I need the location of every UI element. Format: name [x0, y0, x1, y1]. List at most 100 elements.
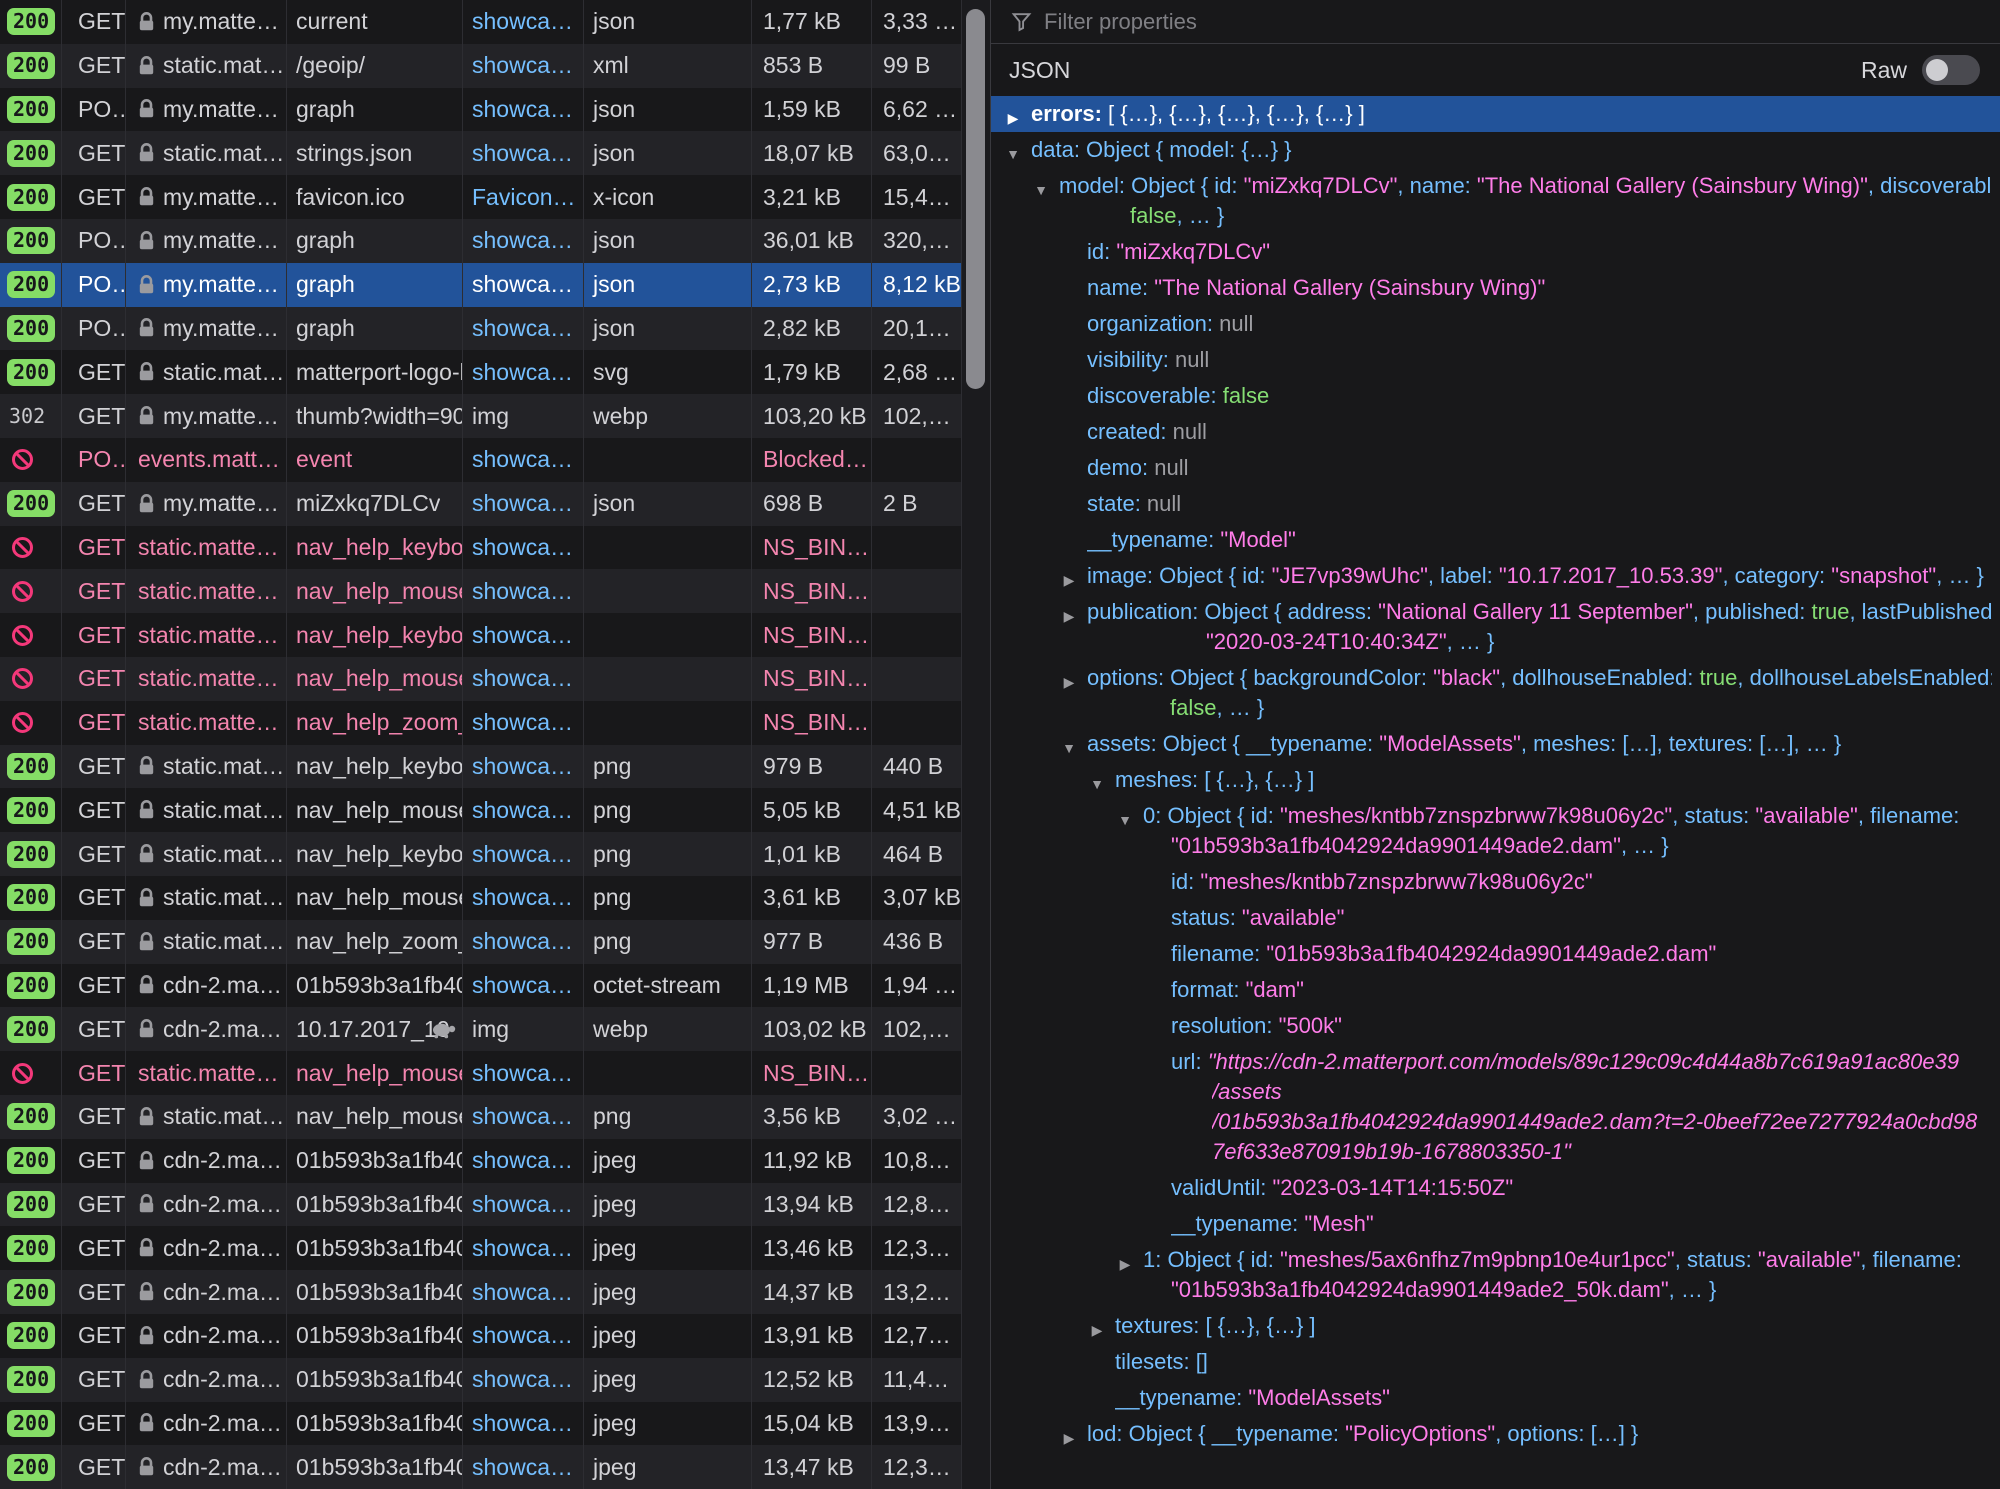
json-node-mesh-1[interactable]: ▶1: Object { id: "meshes/5ax6nfhz7m9pbnp… [991, 1242, 2000, 1308]
initiator-link[interactable]: showcas… [472, 359, 583, 386]
request-row[interactable]: 200GETcdn-2.ma…01b593b3a1fb40showcas…jpe… [0, 1270, 962, 1314]
json-node-mesh-0-filename[interactable]: filename: "01b593b3a1fb4042924da9901449a… [991, 936, 2000, 972]
initiator-link[interactable]: showcas… [472, 315, 583, 342]
json-node-model-name[interactable]: name: "The National Gallery (Sainsbury W… [991, 270, 2000, 306]
json-node-state[interactable]: state: null [991, 486, 2000, 522]
scrollbar-track[interactable] [962, 0, 990, 1489]
request-row[interactable]: 200GETstatic.mat…matterport-logo-lshowca… [0, 350, 962, 394]
json-node-tilesets[interactable]: tilesets: [] [991, 1344, 2000, 1380]
initiator-link[interactable]: showcas… [472, 271, 583, 298]
request-row[interactable]: GETstatic.matter…nav_help_mouse_showcas…… [0, 657, 962, 701]
json-node-demo[interactable]: demo: null [991, 450, 2000, 486]
initiator-link[interactable]: showcas… [472, 1103, 583, 1130]
json-node-mesh-0-format[interactable]: format: "dam" [991, 972, 2000, 1008]
request-row[interactable]: 200GETcdn-2.ma…01b593b3a1fb40showcas…jpe… [0, 1226, 962, 1270]
request-row[interactable]: 200GETstatic.mat…strings.jsonshowcas…jso… [0, 131, 962, 175]
initiator-link[interactable]: showcas… [472, 1191, 583, 1218]
initiator-link[interactable]: FaviconL… [472, 184, 583, 211]
request-row[interactable]: GETstatic.matter…nav_help_mouse_showcas…… [0, 1051, 962, 1095]
collapse-arrow-icon[interactable]: ▼ [1059, 733, 1079, 763]
request-row[interactable]: GETstatic.matter…nav_help_keyboashowcas…… [0, 526, 962, 570]
json-node-lod[interactable]: ▶lod: Object { __typename: "PolicyOption… [991, 1416, 2000, 1452]
request-row[interactable]: 200GETmy.matter…favicon.icoFaviconL…x-ic… [0, 175, 962, 219]
request-row[interactable]: 200GETcdn-2.ma…01b593b3a1fb40showcas…jpe… [0, 1402, 962, 1446]
request-row[interactable]: 200GETcdn-2.ma…10.17.2017_10imgwebp103,0… [0, 1007, 962, 1051]
request-row[interactable]: 200GETmy.matter…currentshowcas…json1,77 … [0, 0, 962, 44]
json-node-mesh-0-id[interactable]: id: "meshes/kntbb7znspzbrww7k98u06y2c" [991, 864, 2000, 900]
request-row[interactable]: 200GETstatic.mat…nav_help_keyboashowcas…… [0, 832, 962, 876]
initiator-link[interactable]: showcas… [472, 972, 583, 999]
request-row[interactable]: 200PO…my.matter…graphshowcas…json36,01 k… [0, 219, 962, 263]
expand-arrow-icon[interactable]: ▶ [1059, 601, 1079, 631]
collapse-arrow-icon[interactable]: ▼ [1031, 175, 1051, 205]
request-row[interactable]: 200PO…my.matter…graphshowcas…json2,82 kB… [0, 307, 962, 351]
filter-properties-input[interactable] [1042, 8, 1988, 36]
request-row[interactable]: 200GETstatic.mat…nav_help_zoom_kshowcas…… [0, 920, 962, 964]
scrollbar-thumb[interactable] [966, 9, 985, 389]
json-node-mesh-0-url[interactable]: url: "https://cdn-2.matterport.com/model… [991, 1044, 2000, 1170]
raw-toggle[interactable] [1922, 55, 1980, 85]
request-row[interactable]: 200GETcdn-2.ma…01b593b3a1fb40showcas…jpe… [0, 1358, 962, 1402]
initiator-link[interactable]: showcas… [472, 1410, 583, 1437]
request-row[interactable]: GETstatic.matter…nav_help_zoom_kshowcas…… [0, 701, 962, 745]
raw-toggle-knob[interactable] [1926, 59, 1948, 81]
initiator-link[interactable]: showcas… [472, 884, 583, 911]
json-node-mesh-0-validuntil[interactable]: validUntil: "2023-03-14T14:15:50Z" [991, 1170, 2000, 1206]
initiator-link[interactable]: showcas… [472, 753, 583, 780]
request-row[interactable]: 200GETstatic.mat…nav_help_mouse_showcas…… [0, 1095, 962, 1139]
json-node-created[interactable]: created: null [991, 414, 2000, 450]
collapse-arrow-icon[interactable]: ▼ [1087, 769, 1107, 799]
initiator-link[interactable]: showcas… [472, 96, 583, 123]
initiator-link[interactable]: showcas… [472, 8, 583, 35]
request-row[interactable]: 200GETstatic.mat…/geoip/showcas…xml853 B… [0, 44, 962, 88]
json-node-errors[interactable]: ▶errors: [ {…}, {…}, {…}, {…}, {…} ] [991, 96, 2000, 132]
json-node-textures[interactable]: ▶textures: [ {…}, {…} ] [991, 1308, 2000, 1344]
initiator-link[interactable]: showcas… [472, 797, 583, 824]
initiator-link[interactable]: showcas… [472, 928, 583, 955]
json-node-mesh-0-status[interactable]: status: "available" [991, 900, 2000, 936]
collapse-arrow-icon[interactable]: ▼ [1115, 805, 1135, 835]
initiator-link[interactable]: showcas… [472, 1366, 583, 1393]
initiator-link[interactable]: showcas… [472, 1454, 583, 1481]
json-node-assets[interactable]: ▼assets: Object { __typename: "ModelAsse… [991, 726, 2000, 762]
json-node-data[interactable]: ▼data: Object { model: {…} } [991, 132, 2000, 168]
request-row[interactable]: 200GETcdn-2.ma…01b593b3a1fb40showcas…oct… [0, 964, 962, 1008]
json-node-mesh-0-typename[interactable]: __typename: "Mesh" [991, 1206, 2000, 1242]
json-node-assets-typename[interactable]: __typename: "ModelAssets" [991, 1380, 2000, 1416]
json-node-model[interactable]: ▼model: Object { id: "miZxkq7DLCv", name… [991, 168, 2000, 234]
initiator-link[interactable]: showcas… [472, 1060, 583, 1087]
json-node-mesh-0[interactable]: ▼0: Object { id: "meshes/kntbb7znspzbrww… [991, 798, 2000, 864]
initiator-link[interactable]: showcas… [472, 841, 583, 868]
json-node-organization[interactable]: organization: null [991, 306, 2000, 342]
request-row[interactable]: PO…events.matte…eventshowcas…Blocked … [0, 438, 962, 482]
request-row[interactable]: 200GETcdn-2.ma…01b593b3a1fb40showcas…jpe… [0, 1445, 962, 1489]
json-node-visibility[interactable]: visibility: null [991, 342, 2000, 378]
expand-arrow-icon[interactable]: ▶ [1087, 1315, 1107, 1345]
json-node-mesh-0-resolution[interactable]: resolution: "500k" [991, 1008, 2000, 1044]
initiator-link[interactable]: showcas… [472, 709, 583, 736]
json-node-model-typename[interactable]: __typename: "Model" [991, 522, 2000, 558]
initiator-link[interactable]: showcas… [472, 1279, 583, 1306]
request-row[interactable]: 302GETmy.matter…thumb?width=904imgwebp10… [0, 394, 962, 438]
request-row[interactable]: 200GETstatic.mat…nav_help_keyboashowcas…… [0, 745, 962, 789]
initiator-link[interactable]: showcas… [472, 227, 583, 254]
expand-arrow-icon[interactable]: ▶ [1059, 1423, 1079, 1453]
request-row[interactable]: 200PO…my.matter…graphshowcas…json2,73 kB… [0, 263, 962, 307]
initiator-link[interactable]: showcas… [472, 1235, 583, 1262]
expand-arrow-icon[interactable]: ▶ [1115, 1249, 1135, 1279]
collapse-arrow-icon[interactable]: ▼ [1003, 139, 1023, 169]
initiator-link[interactable]: showcas… [472, 1322, 583, 1349]
initiator-link[interactable]: showcas… [472, 578, 583, 605]
json-node-model-id[interactable]: id: "miZxkq7DLCv" [991, 234, 2000, 270]
request-row[interactable]: GETstatic.matter…nav_help_mouse_showcas…… [0, 569, 962, 613]
expand-arrow-icon[interactable]: ▶ [1003, 103, 1023, 133]
json-node-discoverable[interactable]: discoverable: false [991, 378, 2000, 414]
request-row[interactable]: 200GETcdn-2.ma…01b593b3a1fb40showcas…jpe… [0, 1314, 962, 1358]
json-node-options[interactable]: ▶options: Object { backgroundColor: "bla… [991, 660, 2000, 726]
initiator-link[interactable]: showcas… [472, 665, 583, 692]
request-row[interactable]: 200GETstatic.mat…nav_help_mouse_showcas…… [0, 876, 962, 920]
initiator-link[interactable]: showcas… [472, 52, 583, 79]
request-row[interactable]: 200PO…my.matter…graphshowcas…json1,59 kB… [0, 88, 962, 132]
json-node-meshes[interactable]: ▼meshes: [ {…}, {…} ] [991, 762, 2000, 798]
request-row[interactable]: GETstatic.matter…nav_help_keyboashowcas…… [0, 613, 962, 657]
